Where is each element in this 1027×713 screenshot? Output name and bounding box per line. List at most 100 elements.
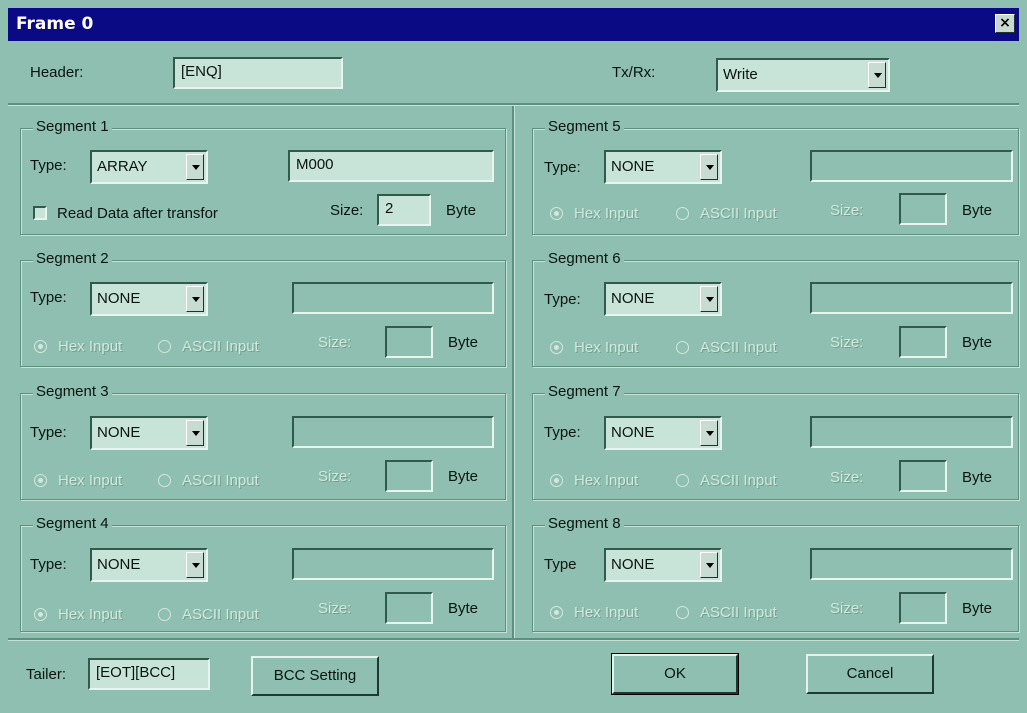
segment-6-type-value: NONE <box>611 290 655 307</box>
chevron-down-icon[interactable] <box>700 154 718 180</box>
segment-7-title: Segment 7 <box>545 383 624 400</box>
segment-2-title: Segment 2 <box>33 250 112 267</box>
segment-6-hex-label: Hex Input <box>574 339 639 356</box>
segment-5-ascii-radio[interactable] <box>676 207 689 220</box>
segment-1-type-value: ARRAY <box>97 158 148 175</box>
chevron-down-icon[interactable] <box>700 420 718 446</box>
segment-3-title: Segment 3 <box>33 383 112 400</box>
tailer-field[interactable]: [EOT][BCC] <box>88 658 210 690</box>
segment-5-hex-radio[interactable] <box>550 207 563 220</box>
segment-8-hex-label: Hex Input <box>574 604 639 621</box>
segment-6-type-dropdown[interactable]: NONE <box>604 282 722 316</box>
chevron-down-icon[interactable] <box>186 420 204 446</box>
segment-7-ascii-radio[interactable] <box>676 474 689 487</box>
segment-6-size-label: Size: <box>830 334 864 351</box>
segment-8-type-label: Type <box>544 556 577 573</box>
segment-6-ascii-label: ASCII Input <box>700 339 777 356</box>
segment-7-hex-label: Hex Input <box>574 472 639 489</box>
segment-8-title: Segment 8 <box>545 515 624 532</box>
segment-5-title: Segment 5 <box>545 118 624 135</box>
segment-3-ascii-label: ASCII Input <box>182 472 259 489</box>
segment-3-size-label: Size: <box>318 468 352 485</box>
segment-1-size-label: Size: <box>330 202 364 219</box>
header-label: Header: <box>30 64 84 81</box>
segment-1-value-field[interactable]: M000 <box>288 150 494 182</box>
segment-4-size-label: Size: <box>318 600 352 617</box>
chevron-down-icon[interactable] <box>186 154 204 180</box>
close-icon: × <box>999 15 1011 31</box>
header-field[interactable]: [ENQ] <box>173 57 343 89</box>
segment-6-size-field[interactable] <box>899 326 947 358</box>
segment-4-type-dropdown[interactable]: NONE <box>90 548 208 582</box>
segment-3-type-dropdown[interactable]: NONE <box>90 416 208 450</box>
segment-6-ascii-radio[interactable] <box>676 341 689 354</box>
segment-7-unit: Byte <box>962 469 993 486</box>
segment-1-type-dropdown[interactable]: ARRAY <box>90 150 208 184</box>
segment-4-unit: Byte <box>448 600 479 617</box>
chevron-down-icon[interactable] <box>186 286 204 312</box>
segment-3-hex-radio[interactable] <box>34 474 47 487</box>
segment-4-type-value: NONE <box>97 556 141 573</box>
segment-1-title: Segment 1 <box>33 118 112 135</box>
segment-5-value-field[interactable] <box>810 150 1013 182</box>
segment-5-size-field[interactable] <box>899 193 947 225</box>
segment-2-value-field[interactable] <box>292 282 494 314</box>
segment-3-ascii-radio[interactable] <box>158 474 171 487</box>
cancel-button[interactable]: Cancel <box>806 654 934 694</box>
segment-8-value-field[interactable] <box>810 548 1013 580</box>
chevron-down-icon[interactable] <box>700 286 718 312</box>
chevron-down-icon[interactable] <box>186 552 204 578</box>
segment-4-ascii-radio[interactable] <box>158 608 171 621</box>
segment-4-hex-radio[interactable] <box>34 608 47 621</box>
segment-2-size-field[interactable] <box>385 326 433 358</box>
segment-4-size-field[interactable] <box>385 592 433 624</box>
segment-7-hex-radio[interactable] <box>550 474 563 487</box>
chevron-down-icon[interactable] <box>700 552 718 578</box>
segment-5-unit: Byte <box>962 202 993 219</box>
frame-dialog: Frame 0 × Header: [ENQ] Tx/Rx: Write Seg… <box>0 0 1027 713</box>
segment-8-ascii-radio[interactable] <box>676 606 689 619</box>
segment-8-size-field[interactable] <box>899 592 947 624</box>
segment-2-unit: Byte <box>448 334 479 351</box>
segment-7-value-field[interactable] <box>810 416 1013 448</box>
segment-4-value-field[interactable] <box>292 548 494 580</box>
segment-2-hex-radio[interactable] <box>34 340 47 353</box>
segment-1-type-label: Type: <box>30 157 67 174</box>
segment-2-hex-label: Hex Input <box>58 338 123 355</box>
segment-6-hex-radio[interactable] <box>550 341 563 354</box>
segment-3-unit: Byte <box>448 468 479 485</box>
segment-3-type-label: Type: <box>30 424 67 441</box>
segment-7-ascii-label: ASCII Input <box>700 472 777 489</box>
segment-2-type-dropdown[interactable]: NONE <box>90 282 208 316</box>
segment-3-hex-label: Hex Input <box>58 472 123 489</box>
segment-3-value-field[interactable] <box>292 416 494 448</box>
txrx-dropdown[interactable]: Write <box>716 58 890 92</box>
segment-6-value-field[interactable] <box>810 282 1013 314</box>
segment-8-size-label: Size: <box>830 600 864 617</box>
chevron-down-icon[interactable] <box>868 62 886 88</box>
segment-5-ascii-label: ASCII Input <box>700 205 777 222</box>
segment-5-type-dropdown[interactable]: NONE <box>604 150 722 184</box>
divider-middle <box>512 106 515 640</box>
txrx-value: Write <box>723 66 758 83</box>
ok-button[interactable]: OK <box>611 653 739 695</box>
segment-1-size-field[interactable]: 2 <box>377 194 431 226</box>
title-bar[interactable]: Frame 0 × <box>8 8 1019 41</box>
segment-3-size-field[interactable] <box>385 460 433 492</box>
segment-5-type-value: NONE <box>611 158 655 175</box>
tailer-label: Tailer: <box>26 666 67 683</box>
segment-8-hex-radio[interactable] <box>550 606 563 619</box>
window-title: Frame 0 <box>16 14 94 34</box>
segment-5-hex-label: Hex Input <box>574 205 639 222</box>
segment-2-ascii-radio[interactable] <box>158 340 171 353</box>
bcc-setting-button[interactable]: BCC Setting <box>251 656 379 696</box>
close-button[interactable]: × <box>995 14 1015 33</box>
segment-4-title: Segment 4 <box>33 515 112 532</box>
segment-7-type-dropdown[interactable]: NONE <box>604 416 722 450</box>
segment-8-type-dropdown[interactable]: NONE <box>604 548 722 582</box>
segment-7-size-label: Size: <box>830 469 864 486</box>
segment-6-unit: Byte <box>962 334 993 351</box>
segment-7-size-field[interactable] <box>899 460 947 492</box>
segment-2-type-value: NONE <box>97 290 141 307</box>
segment-1-read-checkbox[interactable] <box>33 206 47 220</box>
